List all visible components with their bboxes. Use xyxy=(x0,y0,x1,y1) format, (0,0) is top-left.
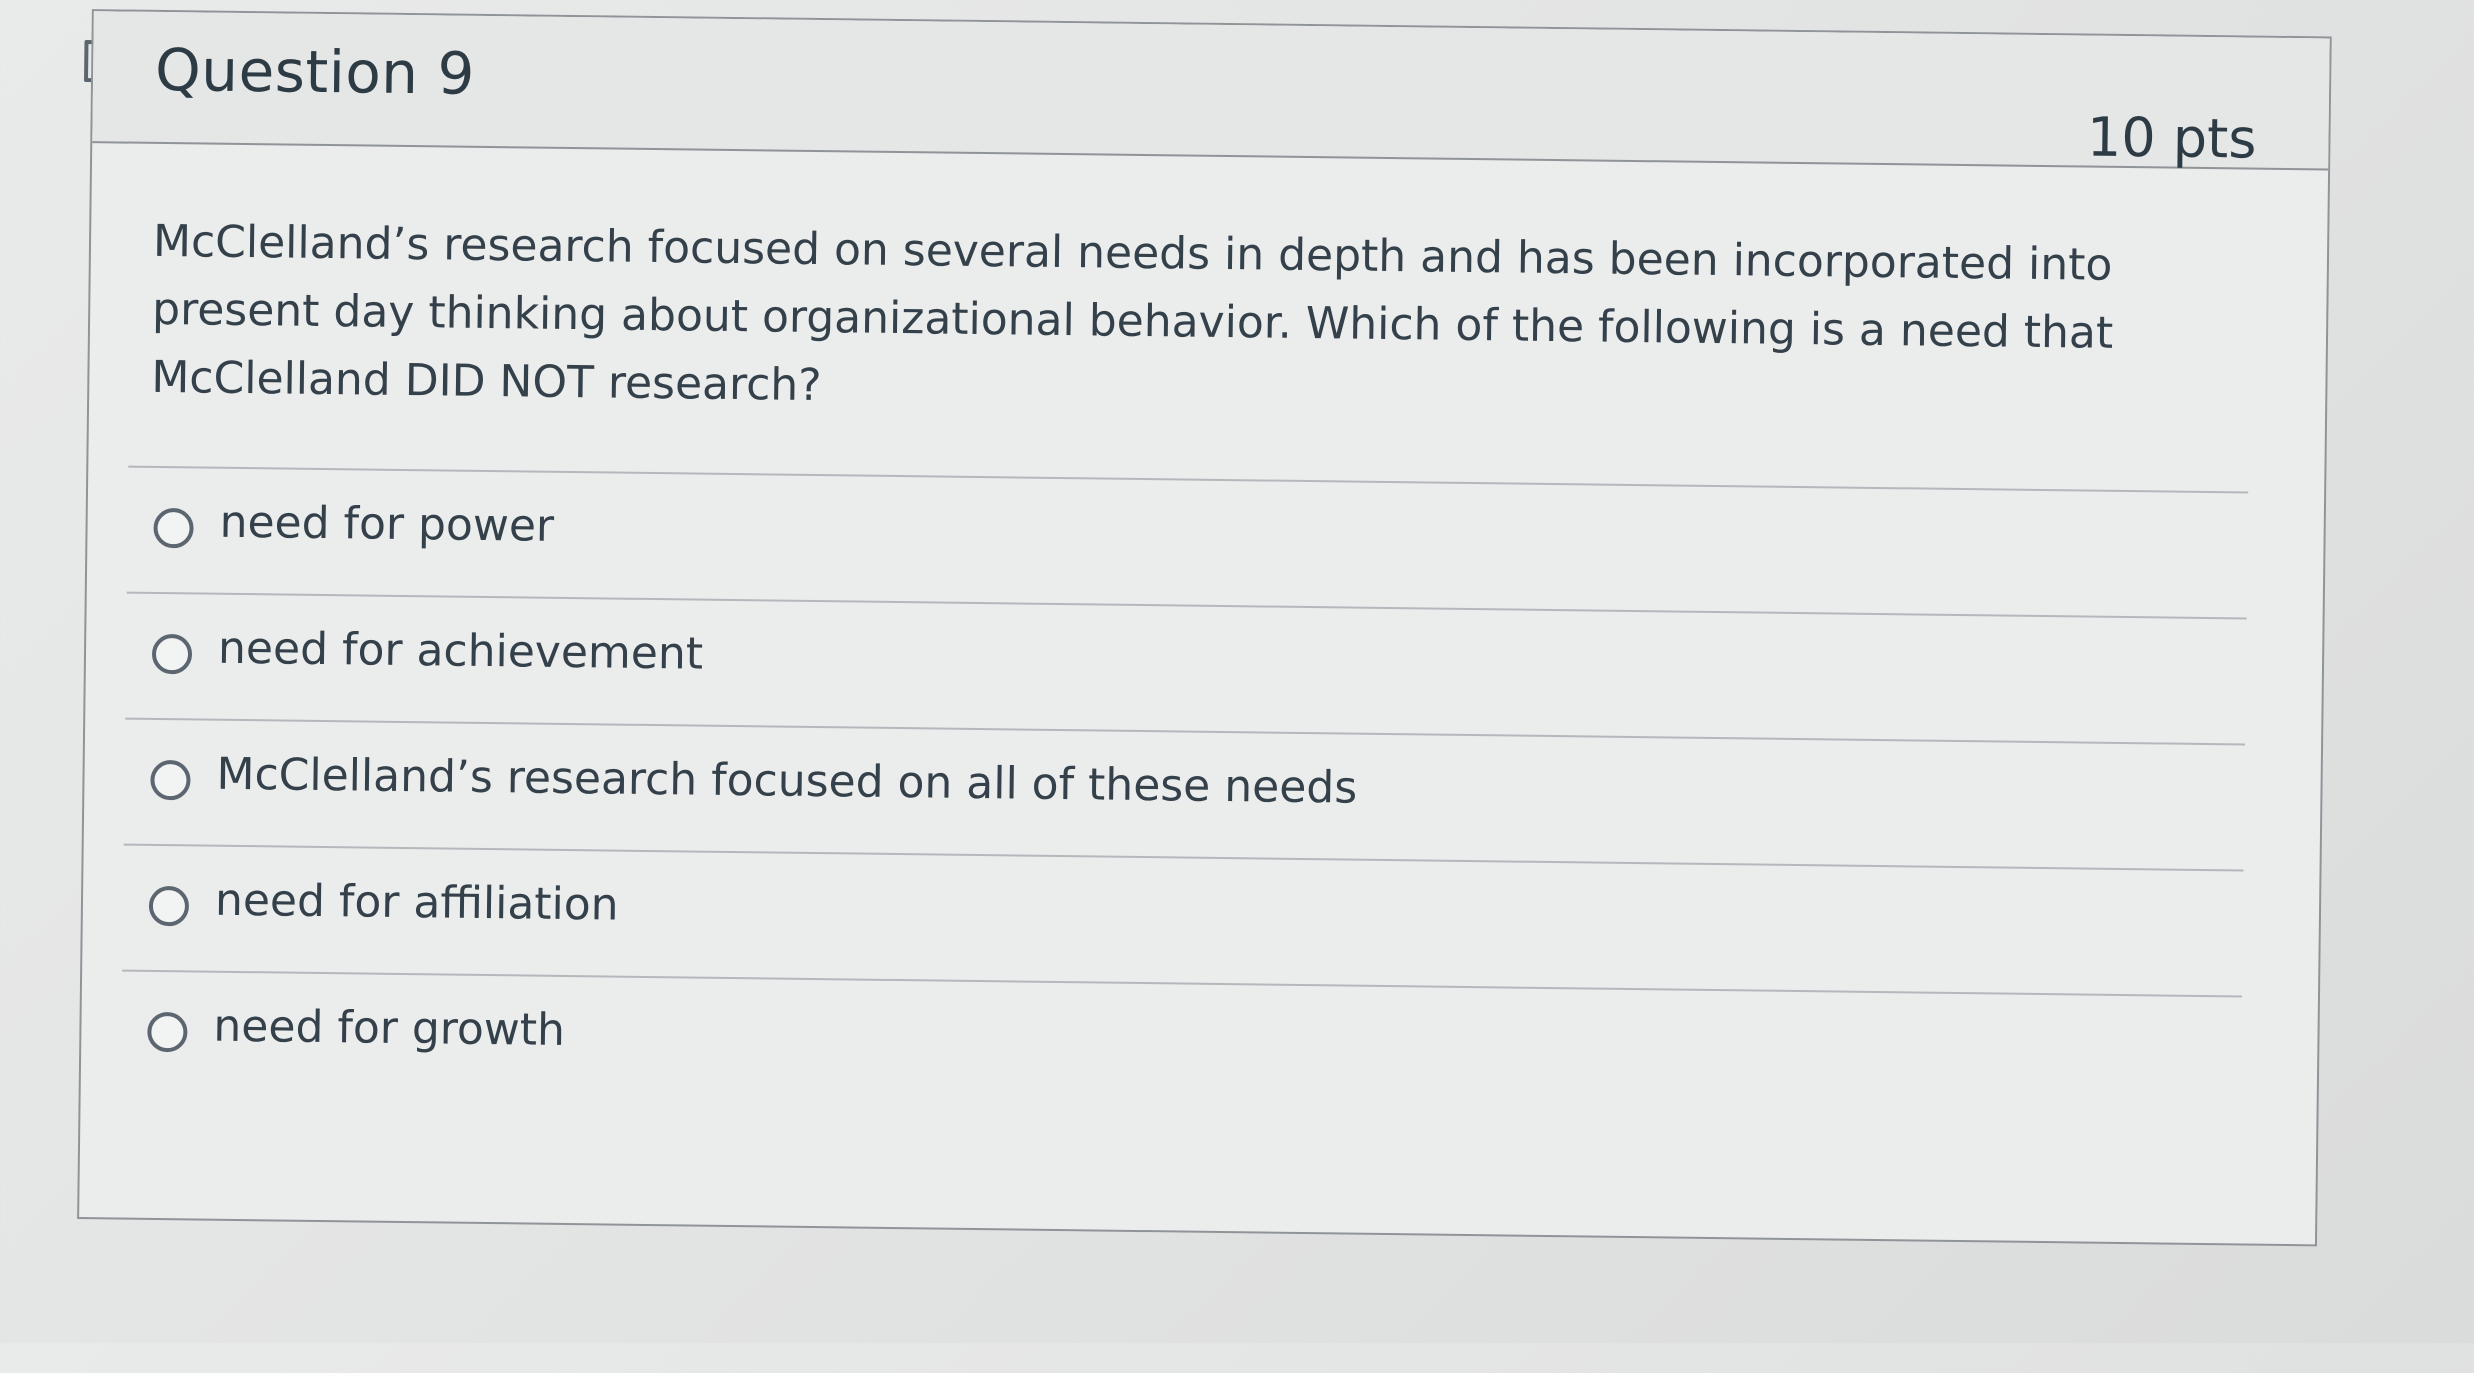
radio-button[interactable] xyxy=(148,885,190,927)
answer-label: need for growth xyxy=(213,1000,566,1056)
question-points: 10 pts xyxy=(2086,105,2257,171)
answer-label: need for power xyxy=(219,496,555,552)
question-header: Question 9 10 pts xyxy=(92,11,2330,171)
quiz-stage: Question 9 10 pts McClelland’s research … xyxy=(0,0,2466,1373)
answer-list: need for power need for achievement McCl… xyxy=(120,465,2249,1122)
question-title: Question 9 xyxy=(154,35,476,108)
question-text: McClelland’s research focused on several… xyxy=(151,215,2114,412)
answer-label: need for achievement xyxy=(217,622,704,680)
answer-label: need for affiliation xyxy=(214,874,619,931)
radio-button[interactable] xyxy=(150,759,191,801)
question-card: Question 9 10 pts McClelland’s research … xyxy=(77,9,2332,1247)
radio-button[interactable] xyxy=(153,507,194,549)
answer-option[interactable]: need for growth xyxy=(120,969,2243,1122)
radio-button[interactable] xyxy=(147,1011,188,1053)
answer-label: McClelland’s research focused on all of … xyxy=(216,748,1358,814)
radio-button[interactable] xyxy=(151,633,193,675)
